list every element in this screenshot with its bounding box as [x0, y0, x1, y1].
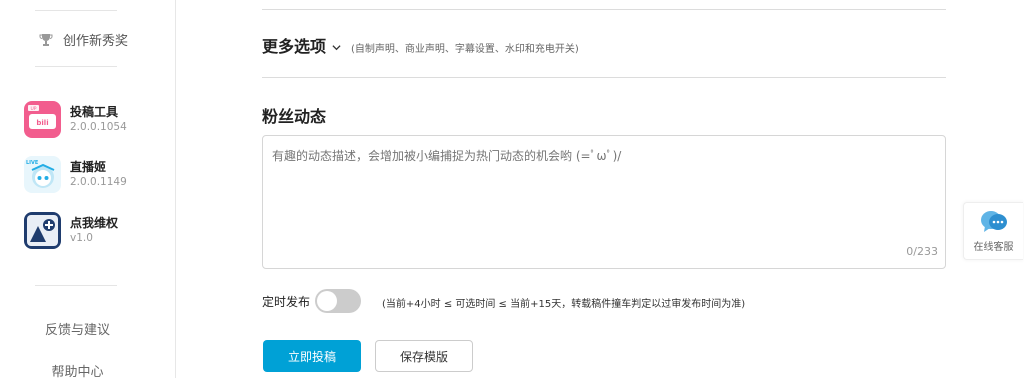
online-service-label: 在线客服 [973, 242, 1014, 253]
tool-name: 投稿工具 [70, 105, 119, 119]
upload-tool-icon: UP bili [24, 101, 61, 138]
more-options-toggle[interactable]: 更多选项 (自制声明、商业声明、字幕设置、水印和充电开关) [262, 33, 579, 57]
tool-name: 点我维权 [70, 216, 119, 230]
chat-bubble-icon [980, 211, 1007, 232]
tool-version: 2.0.0.1149 [70, 176, 127, 188]
save-template-button[interactable]: 保存模版 [375, 340, 473, 372]
rights-protection-icon [24, 212, 61, 249]
sidebar: 创作新秀奖 UP bili 投稿工具 2.0.0.1054 LIVE 直播姬 2… [0, 0, 176, 378]
submit-button[interactable]: 立即投稿 [263, 340, 361, 372]
award-label: 创作新秀奖 [63, 34, 129, 49]
tool-live[interactable]: LIVE 直播姬 2.0.0.1149 [24, 156, 127, 193]
char-counter: 0/233 [906, 245, 938, 258]
sidebar-divider [35, 66, 117, 67]
help-center-link[interactable]: 帮助中心 [0, 361, 155, 378]
more-options-subtitle: (自制声明、商业声明、字幕设置、水印和充电开关) [351, 44, 579, 55]
toggle-knob [317, 291, 337, 311]
chevron-down-icon [332, 45, 341, 51]
trophy-icon [39, 33, 53, 46]
schedule-toggle[interactable] [315, 289, 361, 313]
svg-text:UP: UP [30, 106, 36, 112]
tool-upload[interactable]: UP bili 投稿工具 2.0.0.1054 [24, 101, 127, 138]
more-options-title: 更多选项 [262, 37, 327, 56]
tool-version: v1.0 [70, 232, 93, 244]
live-streamer-icon: LIVE [24, 156, 61, 193]
feedback-link[interactable]: 反馈与建议 [0, 319, 155, 338]
fan-dynamic-title: 粉丝动态 [262, 107, 327, 126]
schedule-label: 定时发布 [262, 295, 311, 309]
tool-rights[interactable]: 点我维权 v1.0 [24, 212, 118, 249]
tool-name: 直播姬 [70, 160, 107, 174]
sidebar-divider [35, 10, 117, 11]
svg-text:bili: bili [36, 119, 48, 127]
sidebar-divider [35, 285, 117, 286]
tool-version: 2.0.0.1054 [70, 121, 127, 133]
section-divider [262, 77, 946, 78]
sidebar-item-award[interactable]: 创作新秀奖 [39, 30, 128, 49]
online-service-widget[interactable]: 在线客服 [963, 202, 1023, 260]
schedule-note: (当前+4小时 ≤ 可选时间 ≤ 当前+15天，转载稿件撞车判定以过审发布时间为… [382, 299, 746, 310]
section-divider [262, 9, 946, 10]
fan-dynamic-input[interactable] [262, 135, 946, 269]
svg-text:LIVE: LIVE [26, 160, 39, 166]
